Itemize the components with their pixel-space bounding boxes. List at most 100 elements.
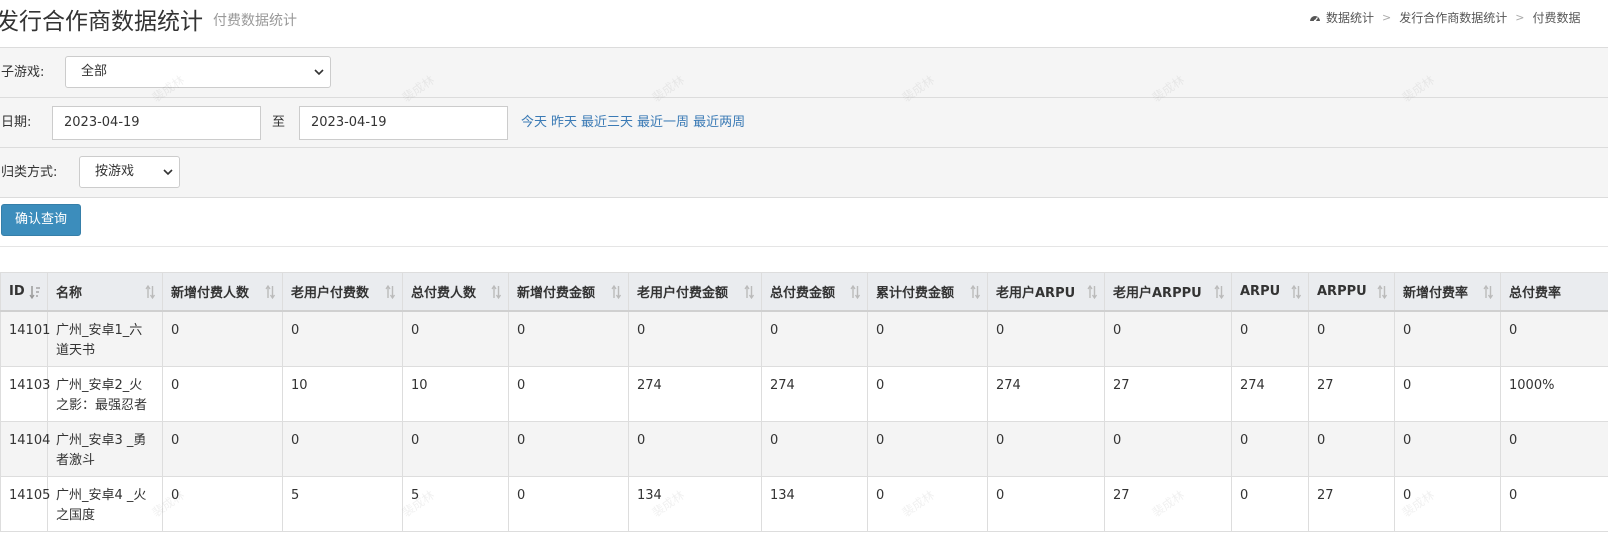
table-cell: 14105 bbox=[0, 476, 50, 532]
sort-desc-icon bbox=[29, 286, 40, 299]
column-header-label: 老用户付费金额 bbox=[637, 286, 729, 301]
column-header-new-payers[interactable]: 新增付费人数 bbox=[162, 272, 283, 312]
table-cell: 0 bbox=[1231, 311, 1309, 367]
table-cell: 0 bbox=[987, 421, 1105, 477]
table-cell: 0 bbox=[1308, 311, 1395, 367]
group-select[interactable]: 按游戏 bbox=[79, 156, 180, 188]
column-header-arpu[interactable]: ARPU bbox=[1231, 272, 1309, 312]
date-label: 日期: bbox=[1, 115, 32, 130]
column-header-old-payers[interactable]: 老用户付费数 bbox=[282, 272, 403, 312]
sort-icon bbox=[1291, 285, 1302, 299]
date-filter-row: 日期: 2023-04-19 至 2023-04-19 今天 昨天 最近三天 最近一周… bbox=[0, 98, 1608, 148]
column-header-label: 名称 bbox=[56, 286, 83, 301]
page-subtitle: 付费数据统计 bbox=[213, 13, 297, 29]
breadcrumb: 数据统计 > 发行合作商数据统计 > 付费数据 bbox=[1309, 9, 1580, 26]
page-title: 发行合作商数据统计 bbox=[0, 9, 203, 35]
column-header-label: 总付费率 bbox=[1509, 286, 1562, 301]
quick-link-today[interactable]: 今天 bbox=[521, 115, 547, 130]
table-cell: 27 bbox=[1308, 476, 1395, 532]
table-header-row: ID 名称 新增付费人数 老用户付费数 总付费人数 新增付费金额 老用户付费金额… bbox=[0, 272, 1608, 312]
table-cell: 0 bbox=[162, 476, 283, 532]
dashboard-icon bbox=[1310, 15, 1320, 22]
table-row: 14103 广州_安卓2_火之影：最强忍者 0 10 10 0 274 274 0 274 27 27… bbox=[0, 366, 1608, 422]
table-cell: 274 bbox=[987, 366, 1105, 422]
group-select-value: 按游戏 bbox=[95, 164, 135, 179]
column-header-total-pay-rate[interactable]: 总付费率 bbox=[1500, 272, 1608, 312]
chevron-down-icon bbox=[163, 169, 173, 176]
chevron-down-icon bbox=[314, 69, 324, 76]
table-cell: 0 bbox=[508, 421, 629, 477]
table-cell: 14101 bbox=[0, 311, 50, 367]
breadcrumb-item-current: 付费数据 bbox=[1532, 11, 1581, 25]
table-cell: 1000% bbox=[1500, 366, 1608, 422]
table-cell: 0 bbox=[987, 311, 1105, 367]
table-cell: 0 bbox=[1231, 476, 1309, 532]
table-cell: 0 bbox=[162, 311, 283, 367]
quick-link-yesterday[interactable]: 昨天 bbox=[551, 115, 577, 130]
date-to-input[interactable]: 2023-04-19 bbox=[299, 106, 508, 140]
column-header-old-arpu[interactable]: 老用户ARPU bbox=[987, 272, 1105, 312]
column-header-name[interactable]: 名称 bbox=[47, 272, 163, 312]
sort-icon bbox=[385, 285, 396, 299]
breadcrumb-separator-icon: > bbox=[1382, 11, 1392, 24]
sort-icon bbox=[611, 285, 622, 299]
table-cell: 0 bbox=[282, 311, 403, 367]
subgame-label: 子游戏: bbox=[1, 65, 45, 80]
table-cell: 0 bbox=[987, 476, 1105, 532]
table-cell: 0 bbox=[1308, 421, 1395, 477]
table-cell: 0 bbox=[508, 476, 629, 532]
table-row: 14105 广州_安卓4 _火之国度 0 5 5 0 134 134 0 0 27 0 27 0 0 bbox=[0, 476, 1608, 532]
table-row: 14101 广州_安卓1_六道天书 0 0 0 0 0 0 0 0 0 0 0 0 0 bbox=[0, 311, 1608, 367]
column-header-old-arppu[interactable]: 老用户ARPPU bbox=[1104, 272, 1232, 312]
table-cell: 0 bbox=[867, 311, 988, 367]
breadcrumb-separator-icon: > bbox=[1515, 11, 1525, 24]
table-cell: 27 bbox=[1104, 366, 1232, 422]
column-header-total-payers[interactable]: 总付费人数 bbox=[402, 272, 509, 312]
column-header-label: 总付费人数 bbox=[411, 286, 477, 301]
column-header-new-pay-rate[interactable]: 新增付费率 bbox=[1394, 272, 1501, 312]
column-header-cumulative-amount[interactable]: 累计付费金额 bbox=[867, 272, 988, 312]
table-cell: 广州_安卓4 _火之国度 bbox=[47, 476, 163, 532]
sort-icon bbox=[1377, 285, 1388, 299]
sort-icon bbox=[491, 285, 502, 299]
table-cell: 0 bbox=[162, 421, 283, 477]
table-cell: 0 bbox=[1500, 311, 1608, 367]
sort-icon bbox=[744, 285, 755, 299]
date-from-input[interactable]: 2023-04-19 bbox=[52, 106, 261, 140]
page-header: 发行合作商数据统计 付费数据统计 数据统计 > 发行合作商数据统计 > 付费数据 bbox=[0, 0, 1608, 48]
column-header-old-pay-amount[interactable]: 老用户付费金额 bbox=[628, 272, 762, 312]
breadcrumb-item-partner-stats[interactable]: 发行合作商数据统计 bbox=[1399, 9, 1507, 26]
table-cell: 0 bbox=[761, 421, 868, 477]
subgame-select[interactable]: 全部 bbox=[65, 56, 331, 88]
sort-icon bbox=[1214, 285, 1225, 299]
column-header-label: 新增付费人数 bbox=[171, 286, 250, 301]
table-cell: 0 bbox=[162, 366, 283, 422]
column-header-new-pay-amount[interactable]: 新增付费金额 bbox=[508, 272, 629, 312]
table-cell: 27 bbox=[1104, 476, 1232, 532]
sort-icon bbox=[970, 285, 981, 299]
quick-link-last-2-weeks[interactable]: 最近两周 bbox=[693, 115, 745, 130]
table-cell: 0 bbox=[867, 366, 988, 422]
confirm-query-button[interactable]: 确认查询 bbox=[1, 204, 81, 236]
table-row: 14104 广州_安卓3 _勇者激斗 0 0 0 0 0 0 0 0 0 0 0 0 0 bbox=[0, 421, 1608, 477]
column-header-arppu[interactable]: ARPPU bbox=[1308, 272, 1395, 312]
table-cell: 0 bbox=[628, 311, 762, 367]
table-cell: 274 bbox=[761, 366, 868, 422]
table-cell: 0 bbox=[628, 421, 762, 477]
subgame-filter-row: 子游戏: 全部 bbox=[0, 48, 1608, 98]
column-header-id[interactable]: ID bbox=[0, 272, 48, 312]
table-cell: 134 bbox=[628, 476, 762, 532]
column-header-label: 累计付费金额 bbox=[876, 286, 955, 301]
quick-link-last-week[interactable]: 最近一周 bbox=[637, 115, 689, 130]
table-cell: 0 bbox=[1500, 476, 1608, 532]
column-header-total-pay-amount[interactable]: 总付费金额 bbox=[761, 272, 868, 312]
table-cell: 0 bbox=[1104, 421, 1232, 477]
table-cell: 0 bbox=[282, 421, 403, 477]
breadcrumb-item-stats[interactable]: 数据统计 bbox=[1326, 9, 1374, 26]
column-header-label: 老用户付费数 bbox=[291, 286, 370, 301]
quick-link-last-3-days[interactable]: 最近三天 bbox=[581, 115, 633, 130]
column-header-label: ID bbox=[9, 284, 25, 299]
table-cell: 0 bbox=[402, 421, 509, 477]
group-filter-row: 归类方式: 按游戏 bbox=[0, 148, 1608, 198]
date-to-label: 至 bbox=[272, 115, 286, 130]
